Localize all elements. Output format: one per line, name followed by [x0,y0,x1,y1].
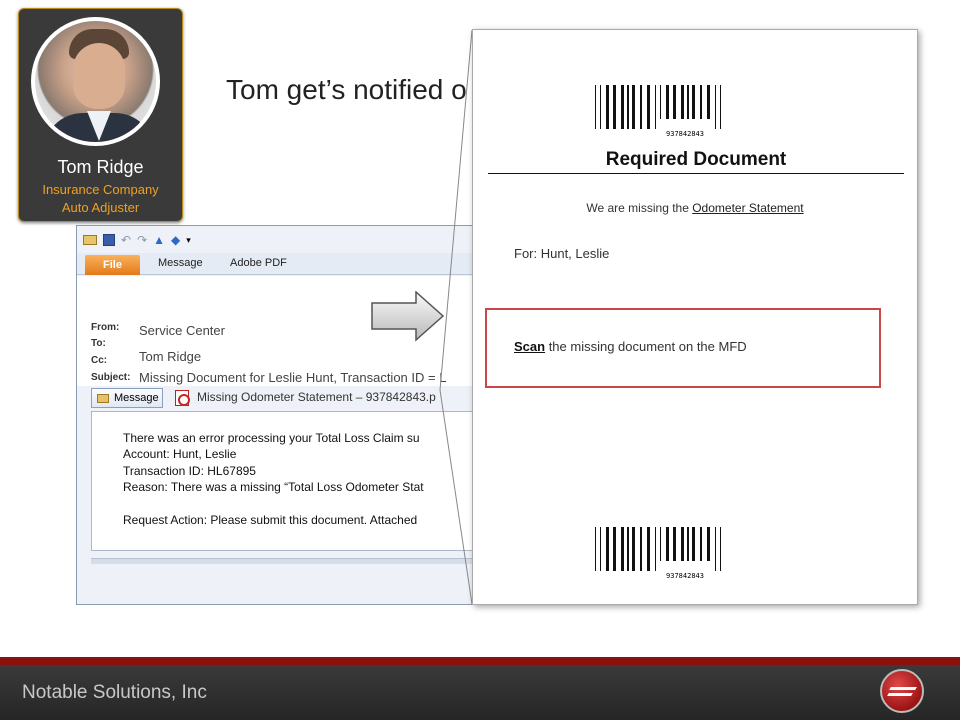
profile-name: Tom Ridge [57,157,144,177]
subject-value: Missing Document for Leslie Hunt, Transa… [139,370,447,385]
missing-statement: We are missing the Odometer Statement [473,201,917,215]
profile-role-company: Insurance Company [42,182,159,197]
company-name: Notable Solutions, Inc [22,682,207,703]
missing-prefix: We are missing the [586,201,693,215]
ribbon-tabs: File Message Adobe PDF [77,253,485,275]
tab-message[interactable]: Message [158,257,203,269]
tab-adobe-pdf[interactable]: Adobe PDF [230,257,287,269]
subject-label: Subject: [91,372,131,383]
company-logo-icon [880,669,924,713]
scan-word: Scan [514,339,546,354]
body-line: Account: Hunt, Leslie [123,447,237,461]
scan-rest: the missing document on the MFD [545,339,747,354]
footer-bar: Notable Solutions, Inc [0,657,960,720]
profile-role-title: Auto Adjuster [61,200,140,215]
body-line: Request Action: Please submit this docum… [123,513,418,527]
message-button-label: Message [114,392,159,404]
horizontal-scrollbar[interactable] [91,558,485,564]
save-icon[interactable] [103,234,115,246]
down-arrow-icon[interactable]: ◆ [171,233,180,247]
redo-icon[interactable]: ↷ [137,233,147,247]
body-line: Reason: There was a missing “Total Loss … [123,480,424,494]
document-title: Required Document [488,149,904,174]
missing-item: Odometer Statement [692,201,804,215]
right-arrow-icon [371,291,445,342]
from-label: From: [91,322,120,333]
slide-headline: Tom get’s notified o [226,74,467,105]
quick-access-toolbar: ↶ ↷ ▲ ◆ ▾ [83,230,191,250]
scan-instruction: Scan the missing document on the MFD [514,339,747,354]
tab-file[interactable]: File [85,255,140,275]
avatar [31,17,160,146]
to-label: To: [91,338,106,349]
attachment-bar: Message Missing Odometer Statement – 937… [91,387,485,409]
mail-icon[interactable] [83,235,97,245]
for-account: For: Hunt, Leslie [514,246,610,261]
barcode-top: 937842843 [595,85,775,138]
body-line: There was an error processing your Total… [123,431,420,445]
required-document-panel: 937842843 Required Document We are missi… [472,29,918,605]
cc-label: Cc: [91,355,108,366]
email-body: There was an error processing your Total… [91,411,485,551]
body-line: Transaction ID: HL67895 [123,464,256,478]
undo-icon[interactable]: ↶ [121,233,131,247]
to-value: Tom Ridge [139,349,202,364]
pdf-icon[interactable] [175,390,190,406]
from-value: Service Center [139,323,225,338]
barcode-bars [595,85,721,129]
profile-card: Tom Ridge Insurance Company Auto Adjuste… [18,8,183,222]
barcode-number: 937842843 [666,572,704,580]
envelope-icon [97,394,109,403]
scan-instruction-box: Scan the missing document on the MFD [485,308,881,388]
barcode-number: 937842843 [666,130,704,138]
attachment-file[interactable]: Missing Odometer Statement – 937842843.p [197,390,436,404]
barcode-bars [595,527,721,571]
email-window: ↶ ↷ ▲ ◆ ▾ File Message Adobe PDF From: T… [76,225,486,605]
message-button[interactable]: Message [91,388,163,408]
up-arrow-icon[interactable]: ▲ [153,233,165,247]
barcode-bottom: 937842843 [595,527,775,580]
customize-toolbar-icon[interactable]: ▾ [186,235,191,246]
